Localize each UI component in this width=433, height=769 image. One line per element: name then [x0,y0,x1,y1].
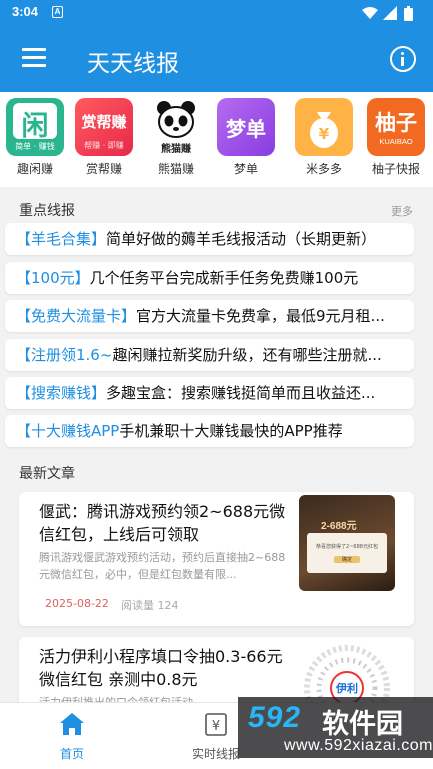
app-name: 熊猫赚 [157,162,194,176]
highlight-tag: 【免费大流量卡】 [16,307,137,325]
highlights-header: 重点线报 更多 [0,194,433,224]
article-reads: 阅读量 124 [121,599,179,612]
money-bag-logo-icon: ¥ [295,98,353,156]
app-name: 趣闲赚 [16,162,53,176]
app-bar: 天天线报 [0,26,433,92]
svg-text:伊利: 伊利 [335,681,358,695]
app-mengdan[interactable]: 梦单 梦单 [213,98,279,177]
status-time: 3:04 [12,4,39,19]
highlights-title: 重点线报 [19,203,75,219]
watermark: 592 软件园 www.592xiazai.com [238,697,433,758]
tab-home[interactable]: 首页 [22,703,122,769]
highlight-tag: 【十大赚钱APP [16,422,120,440]
app-name: 梦单 [233,162,258,176]
app-youzi[interactable]: 柚子 KUAIBAO 柚子快报 [363,98,429,177]
shangbangzhuan-logo-icon: 赏帮赚 帮赚 · 即赚 [75,98,133,156]
app-panda[interactable]: 熊猫赚 熊猫赚 [143,98,209,177]
highlight-text: 简单好做的薅羊毛线报活动（长期更新） [106,230,377,248]
article-thumbnail: 2-688元 恭喜您获得了2~688元红包 确定 [299,495,395,591]
app-shangbangzhuan[interactable]: 赏帮赚 帮赚 · 即赚 赏帮赚 [71,98,137,177]
latest-title: 最新文章 [19,466,75,482]
watermark-digits: 592 [248,701,302,734]
highlight-text: 几个任务平台完成新手任务免费赚100元 [89,269,359,287]
svg-text:¥: ¥ [212,719,220,734]
watermark-url: www.592xiazai.com [284,737,433,754]
app-shortcuts: 闲 简单 · 赚钱 趣闲赚 赏帮赚 帮赚 · 即赚 赏帮赚 熊猫赚 熊猫赚 梦单… [0,92,433,187]
quxianzhuan-logo-icon: 闲 简单 · 赚钱 [6,98,64,156]
highlight-item[interactable]: 【搜索赚钱】多趣宝盒：搜索赚钱挺简单而且收益还... [5,377,414,409]
highlight-item[interactable]: 【羊毛合集】简单好做的薅羊毛线报活动（长期更新） [5,223,414,255]
notification-a-icon: A [52,6,63,18]
more-link[interactable]: 更多 [391,203,413,219]
article-title: 活力伊利小程序填口令抽0.3-66元微信红包 亲测中0.8元 [39,647,283,689]
highlight-item[interactable]: 【注册领1.6~趣闲赚拉新奖励升级，还有哪些注册就... [5,339,414,371]
app-miduoduo[interactable]: ¥ 米多多 [291,98,357,177]
article-title: 偃武：腾讯游戏预约领2~688元微信红包，上线后可领取 [39,502,286,544]
app-name: 米多多 [305,162,342,176]
highlight-item[interactable]: 【100元】几个任务平台完成新手任务免费赚100元 [5,262,414,294]
system-status-icons [362,6,413,21]
highlight-text: 多趣宝盒：搜索赚钱挺简单而且收益还... [106,384,376,402]
home-icon [60,713,84,735]
panda-logo-icon: 熊猫赚 [147,98,205,156]
info-icon[interactable] [390,46,416,72]
highlight-tag: 【100元】 [16,269,90,287]
highlight-text: 趣闲赚拉新奖励升级，还有哪些注册就... [112,346,382,364]
mengdan-logo-icon: 梦单 [217,98,275,156]
highlight-tag: 【羊毛合集】 [16,230,107,248]
highlight-text: 手机兼职十大赚钱最快的APP推荐 [119,422,343,440]
highlight-tag: 【注册领1.6~ [16,346,113,364]
app-title: 天天线报 [87,51,179,77]
youzi-logo-icon: 柚子 KUAIBAO [367,98,425,156]
watermark-brand: 软件园 [322,709,403,740]
highlight-text: 官方大流量卡免费拿，最低9元月租... [136,307,385,325]
app-name: 赏帮赚 [85,162,122,176]
latest-header: 最新文章 [0,457,433,487]
app-name: 柚子快报 [371,162,420,176]
status-bar: 3:04 A [0,0,433,26]
article-date: 2025-08-22 [45,597,109,610]
battery-icon [404,6,413,21]
signal-icon [383,6,397,20]
svg-text:¥: ¥ [319,125,330,143]
article-summary: 腾讯游戏偃武游戏预约活动，预约后直接抽2~688元微信红包，必中，但是红包数量有… [39,551,286,581]
app-quxianzhuan[interactable]: 闲 简单 · 赚钱 趣闲赚 [2,98,68,177]
highlight-item[interactable]: 【免费大流量卡】官方大流量卡免费拿，最低9元月租... [5,300,414,332]
article-card[interactable]: 偃武：腾讯游戏预约领2~688元微信红包，上线后可领取 腾讯游戏偃武游戏预约活动… [19,492,414,626]
menu-icon[interactable] [22,48,46,68]
yuan-note-icon: ¥ [205,713,227,736]
tab-label: 首页 [59,747,84,761]
highlight-item[interactable]: 【十大赚钱APP手机兼职十大赚钱最快的APP推荐 [5,415,414,447]
highlight-tag: 【搜索赚钱】 [16,384,107,402]
wifi-icon [362,7,378,19]
